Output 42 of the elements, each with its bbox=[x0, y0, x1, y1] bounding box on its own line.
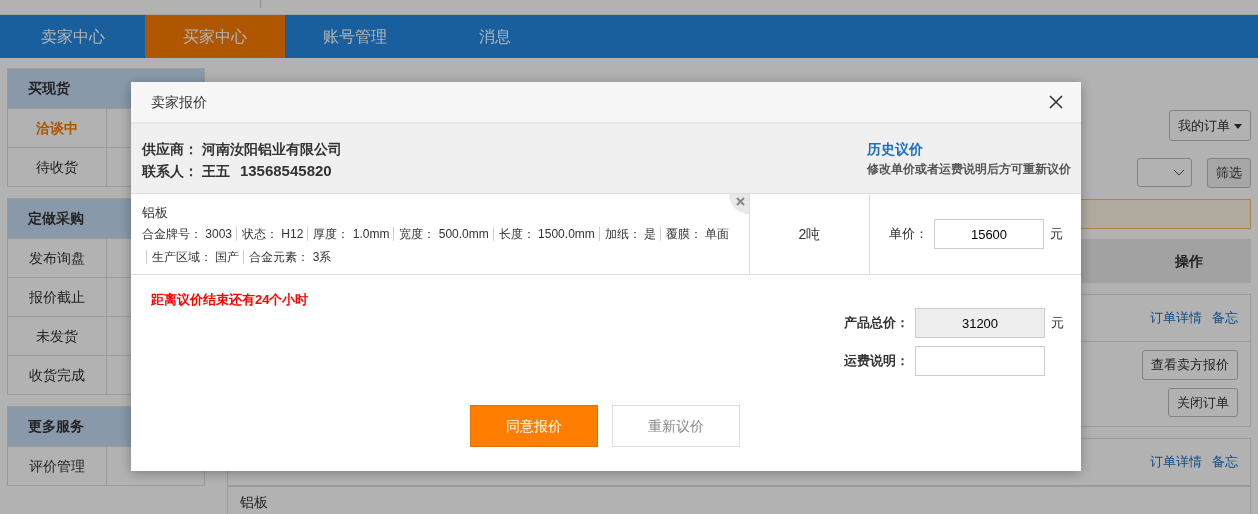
select-field[interactable] bbox=[1137, 158, 1192, 187]
freight-note-label: 运费说明： bbox=[843, 352, 909, 371]
spec-item: 状态： H12 bbox=[236, 227, 304, 241]
total-price-label: 产品总价： bbox=[843, 314, 909, 333]
order-action-button[interactable]: 查看卖方报价 bbox=[1142, 350, 1238, 380]
filter-button[interactable]: 筛选 bbox=[1207, 158, 1251, 188]
close-button[interactable] bbox=[1049, 95, 1063, 109]
unit-price-label: 单价： bbox=[889, 225, 928, 244]
my-orders-dropdown[interactable]: 我的订单 bbox=[1169, 110, 1251, 141]
total-price-field[interactable]: 31200 bbox=[915, 308, 1045, 338]
chevron-down-icon bbox=[1173, 169, 1185, 176]
order-link[interactable]: 订单详情 bbox=[1150, 308, 1202, 328]
history-link[interactable]: 历史议价 bbox=[867, 138, 923, 160]
supplier-name: 供应商： 河南汝阳铝业有限公司 bbox=[142, 140, 342, 159]
spec-item: 厚度： 1.0mm bbox=[307, 227, 390, 241]
order-action-button[interactable]: 关闭订单 bbox=[1168, 387, 1238, 417]
product-name: 铝板 bbox=[240, 494, 268, 510]
spec-item: 加纸： 是 bbox=[598, 227, 657, 241]
close-icon bbox=[1049, 95, 1063, 109]
currency-unit: 元 bbox=[1051, 314, 1063, 333]
close-icon bbox=[736, 197, 745, 206]
renegotiate-button[interactable]: 重新议价 bbox=[612, 405, 740, 447]
contact-name: 联系人： 王五 bbox=[142, 163, 230, 179]
quantity-cell: 2吨 bbox=[750, 194, 870, 274]
currency-unit: 元 bbox=[1050, 225, 1063, 244]
remove-button[interactable] bbox=[729, 194, 749, 214]
spec-item: 覆膜： 单面 bbox=[660, 227, 730, 241]
unit-price-field[interactable]: 15600 bbox=[934, 219, 1044, 249]
caret-icon bbox=[1234, 123, 1242, 129]
column-header: 操作 bbox=[1174, 251, 1204, 271]
countdown-text: 距离议价结束还有24个小时 bbox=[151, 291, 309, 309]
hint-text: 修改单价或者运费说明后方可重新议价 bbox=[867, 161, 1071, 178]
order-link[interactable]: 备忘 bbox=[1212, 308, 1238, 328]
product-name: 铝板 bbox=[142, 204, 169, 222]
phone-number: 13568545820 bbox=[239, 162, 332, 179]
order-link[interactable]: 订单详情 bbox=[1150, 452, 1202, 472]
spec-item: 生产区域： 国产 bbox=[146, 250, 240, 264]
spec-item: 长度： 1500.0mm bbox=[492, 227, 595, 241]
spec-item: 宽度： 500.0mm bbox=[393, 227, 489, 241]
order-link[interactable]: 备忘 bbox=[1212, 452, 1238, 472]
freight-note-field[interactable] bbox=[915, 346, 1045, 376]
spec-item: 合金元素： 3系 bbox=[243, 250, 332, 264]
